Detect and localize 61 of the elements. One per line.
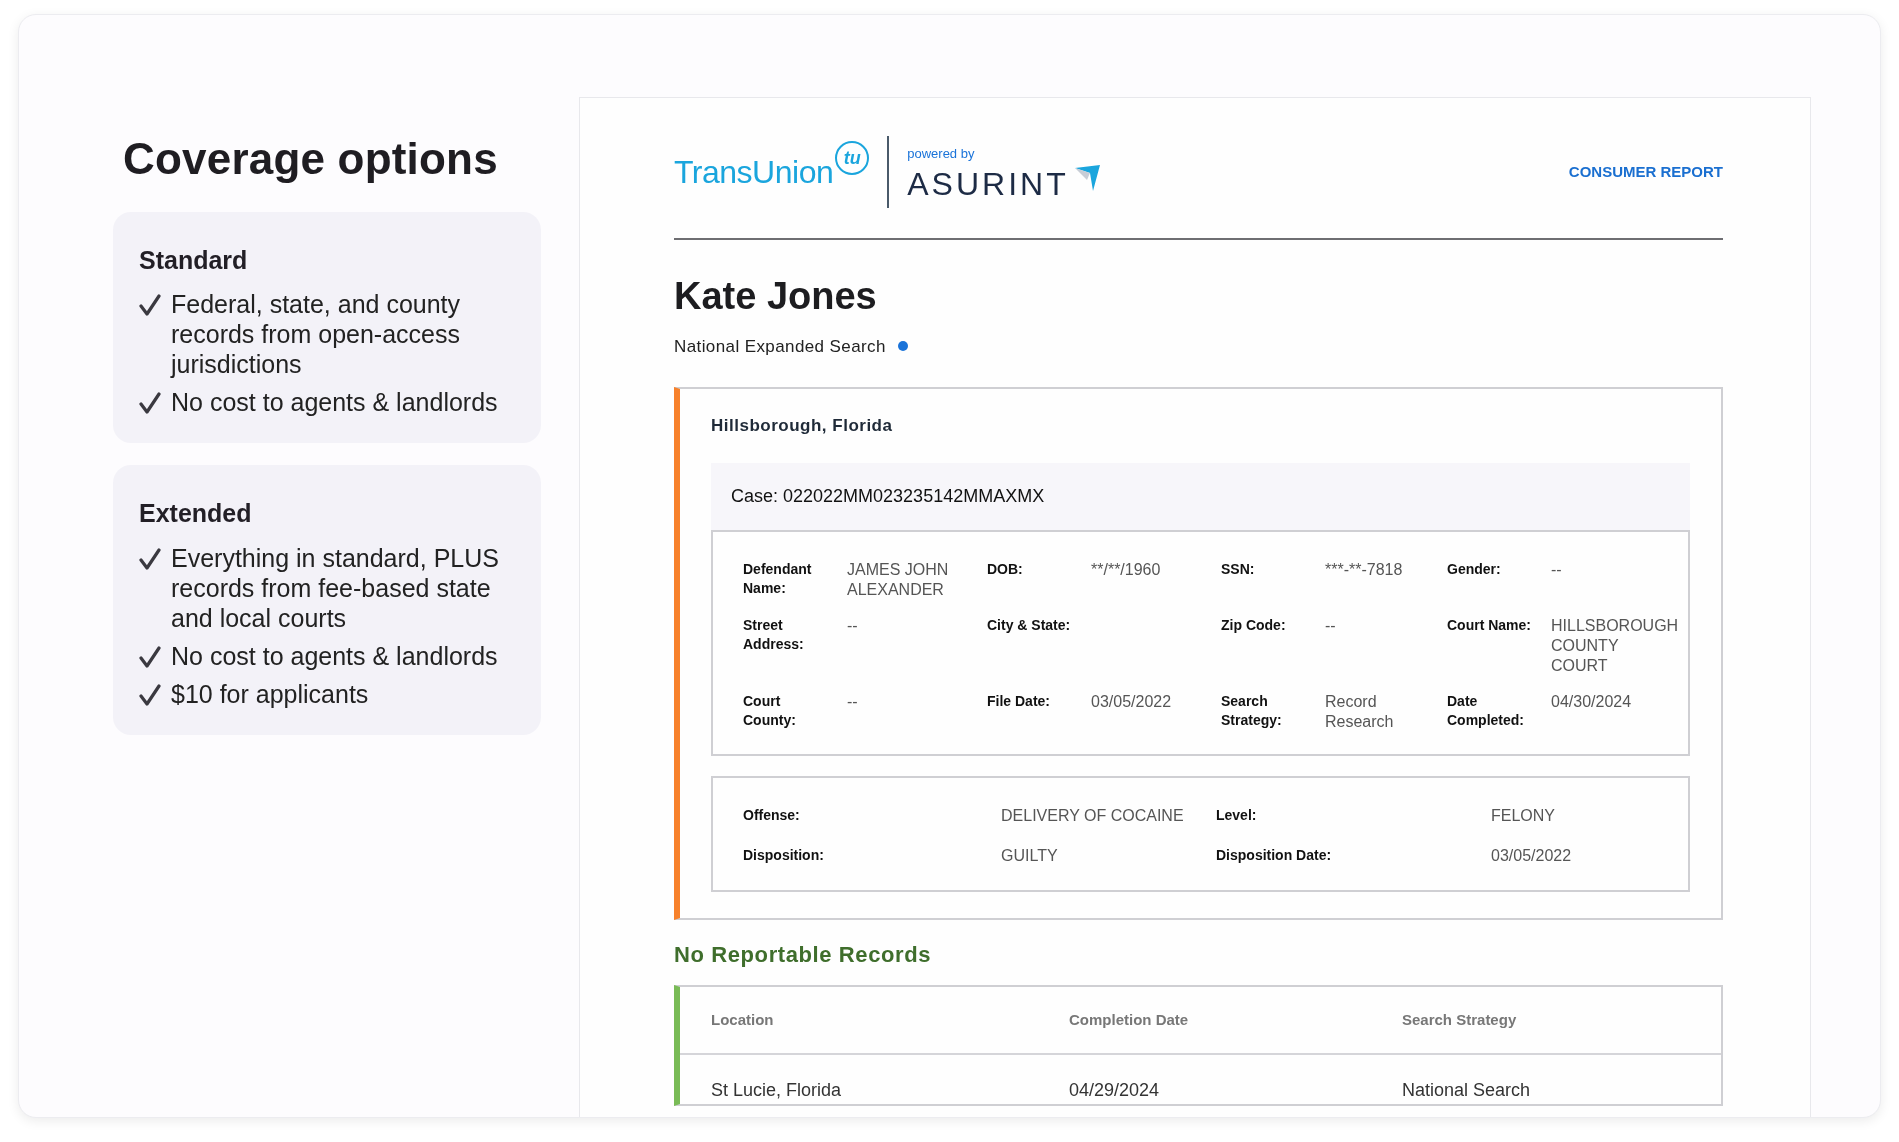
field-value: JAMES JOHN ALEXANDER	[847, 559, 950, 600]
field-value: GUILTY	[1001, 845, 1059, 866]
field-value: 04/30/2024	[1551, 691, 1633, 712]
field-value: HILLSBOROUGH COUNTY COURT	[1551, 615, 1679, 676]
field-label: Court Name:	[1447, 615, 1532, 635]
table-cell-text: St Lucie, Florida	[711, 1079, 843, 1103]
subject-name: Kate Jones	[674, 274, 878, 319]
field-label: File Date:	[987, 691, 1051, 711]
section-heading: No Reportable Records	[674, 940, 933, 969]
feature-text: $10 for applicants	[171, 678, 369, 709]
feature-text: No cost to agents & landlords	[171, 640, 498, 671]
report-type-label: CONSUMER REPORT	[1568, 161, 1723, 182]
field-label: Street Address:	[743, 615, 805, 654]
field-label: Gender:	[1447, 559, 1502, 579]
section-title: Coverage options	[123, 133, 499, 185]
field-label: City & State:	[987, 615, 1072, 635]
search-name: National Expanded Search	[674, 335, 886, 358]
field-value: 03/05/2022	[1491, 845, 1573, 866]
field-label: Date Completed:	[1447, 691, 1525, 730]
check-icon	[139, 645, 161, 668]
option-name: Standard	[139, 244, 249, 276]
field-label: Zip Code:	[1221, 615, 1287, 635]
field-value: Record Research	[1325, 691, 1395, 732]
field-label: Search Strategy:	[1221, 691, 1283, 730]
option-name: Extended	[139, 498, 253, 530]
check-icon	[139, 294, 161, 317]
feature-text: Everything in standard, PLUS records from fee-based state and local courts	[171, 542, 500, 633]
table-cell-text: 04/29/2024	[1069, 1079, 1161, 1103]
feature-text: Federal, state, and county records from open-access jurisdictions	[171, 289, 462, 380]
field-value: DELIVERY OF COCAINE	[1001, 805, 1185, 826]
partner-logo-text: ASURINT	[907, 167, 1069, 200]
field-label: Disposition:	[743, 845, 825, 865]
field-value: **/**/1960	[1091, 559, 1162, 580]
field-label: Court County:	[743, 691, 797, 730]
powered-by-text: powered by	[907, 145, 976, 164]
column-header: Search Strategy	[1402, 1009, 1518, 1030]
field-value: 03/05/2022	[1091, 691, 1173, 712]
field-label: SSN:	[1221, 559, 1256, 579]
feature-text: No cost to agents & landlords	[171, 387, 498, 418]
column-header: Completion Date	[1069, 1009, 1190, 1030]
table-cell-text: National Search	[1402, 1079, 1532, 1103]
field-label: DOB:	[987, 559, 1024, 579]
case-number: Case: 022022MM023235142MMAXMX	[711, 462, 1690, 530]
field-value: --	[847, 615, 859, 636]
column-header: Location	[711, 1009, 775, 1030]
status-dot	[897, 341, 908, 352]
brand-badge: tu	[835, 141, 870, 175]
check-icon	[139, 547, 161, 570]
field-label: Level:	[1216, 805, 1258, 825]
field-label: Offense:	[743, 805, 801, 825]
check-icon	[139, 683, 161, 706]
field-value: FELONY	[1491, 805, 1556, 826]
field-value: --	[1551, 559, 1563, 580]
field-label: Disposition Date:	[1216, 845, 1333, 865]
brand-logo-text: TransUnion	[674, 153, 834, 192]
field-value: --	[1325, 615, 1337, 636]
field-value: ***-**-7818	[1325, 559, 1404, 580]
field-label: Defendant Name:	[743, 559, 813, 598]
check-icon	[139, 392, 161, 415]
field-value: --	[847, 691, 859, 712]
record-location: Hillsborough, Florida	[711, 415, 894, 438]
